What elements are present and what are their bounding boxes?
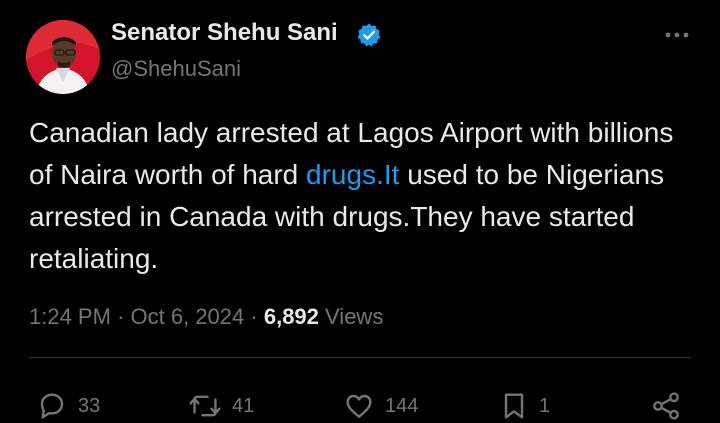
reply-button[interactable]: 33	[36, 389, 100, 423]
repost-icon	[189, 395, 221, 417]
bookmark-button[interactable]: 1	[499, 389, 550, 423]
reply-icon	[40, 393, 64, 419]
user-avatar-icon	[26, 20, 100, 94]
tweet-card: Senator Shehu Sani @ShehuSani Canadian l…	[0, 0, 720, 423]
like-icon	[346, 394, 372, 418]
meta-separator: ·	[117, 304, 125, 329]
views-count: 6,892	[263, 304, 319, 329]
avatar[interactable]	[26, 20, 100, 94]
repost-button[interactable]: 41	[188, 389, 254, 423]
like-button[interactable]: 144	[343, 389, 418, 423]
meta-separator-2: ·	[250, 304, 258, 329]
bookmark-count: 1	[539, 394, 551, 417]
divider	[29, 357, 691, 358]
repost-count: 41	[232, 394, 255, 417]
like-count: 144	[385, 394, 419, 417]
views-label: Views	[325, 304, 384, 329]
tweet-meta: 1:24 PM · Oct 6, 2024 · 6,892 Views	[29, 304, 383, 330]
share-button[interactable]	[650, 389, 682, 423]
tweet-text-link[interactable]: drugs.It	[306, 159, 399, 190]
share-icon	[653, 392, 679, 420]
tweet-time[interactable]: 1:24 PM	[29, 304, 111, 329]
reply-count: 33	[78, 394, 101, 417]
bookmark-icon	[504, 393, 524, 419]
more-options-icon[interactable]	[660, 22, 694, 42]
tweet-date[interactable]: Oct 6, 2024	[131, 304, 245, 329]
user-handle[interactable]: @ShehuSani	[111, 56, 241, 82]
display-name[interactable]: Senator Shehu Sani	[111, 19, 338, 47]
tweet-text: Canadian lady arrested at Lagos Airport …	[29, 112, 699, 280]
verified-badge-icon	[357, 23, 381, 47]
